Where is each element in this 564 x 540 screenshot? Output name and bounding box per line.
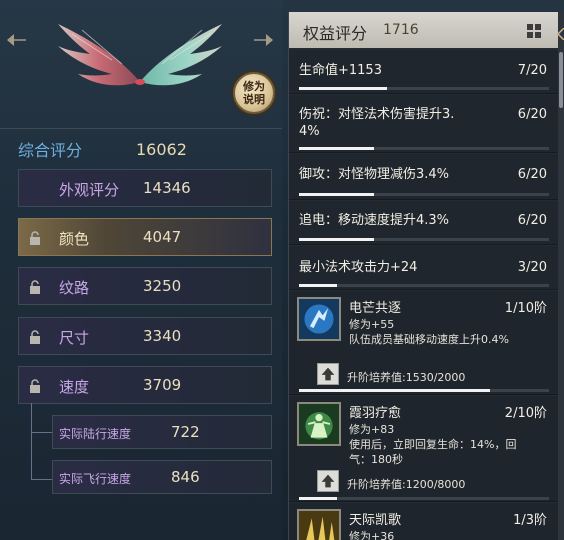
attribute-row[interactable]: 最小法术攻击力+24 3/20 — [289, 246, 558, 290]
lock-icon — [30, 231, 40, 245]
rights-scrollbar[interactable] — [558, 12, 564, 540]
grid-view-icon[interactable] — [527, 24, 541, 38]
attribute-fraction: 6/20 — [517, 107, 547, 122]
wings-image — [58, 24, 222, 86]
up-arrow-icon — [321, 367, 335, 381]
skill-description: 修为+36 — [349, 529, 549, 540]
skill-card[interactable]: 电芒共逐 1/10阶 修为+55 队伍成员基础移动速度上升0.4% 升阶培养值:… — [289, 291, 558, 395]
attribute-label: 御攻：对怪物理减伤3.4% — [299, 167, 450, 182]
skill-description: 修为+55 队伍成员基础移动速度上升0.4% — [349, 317, 549, 347]
upgrade-value: 升阶培养值:1530/2000 — [347, 371, 466, 384]
stat-label: 尺寸 — [59, 329, 90, 347]
stat-row-color[interactable]: 颜色 4047 — [18, 218, 272, 256]
stat-row-size[interactable]: 尺寸 3340 — [18, 317, 272, 355]
attribute-fraction: 3/20 — [517, 260, 547, 275]
attribute-progress-bar — [299, 284, 337, 287]
upgrade-arrow-button[interactable] — [317, 363, 339, 385]
stat-value: 3250 — [143, 277, 182, 295]
stat-label: 颜色 — [59, 230, 90, 248]
skill-card[interactable]: 霞羽疗愈 2/10阶 修为+83 使用后，立即回复生命：14%，回 气：180秒… — [289, 396, 558, 502]
skill-desc-line: 修为+36 — [349, 530, 395, 540]
skill-name: 霞羽疗愈 — [349, 406, 402, 421]
skill-stage: 1/10阶 — [504, 301, 547, 316]
skill-progress-bar — [299, 497, 337, 500]
skill-progress-bar — [299, 389, 490, 392]
tree-connector — [31, 479, 52, 480]
stat-row-speed[interactable]: 速度 3709 — [18, 366, 272, 404]
substat-label: 实际飞行速度 — [59, 472, 132, 486]
rights-title: 权益评分 — [303, 24, 368, 43]
appearance-score-label: 外观评分 — [59, 181, 120, 199]
skill-desc-line: 使用后，立即回复生命：14%，回 — [349, 438, 517, 451]
attribute-label: 追电：移动速度提升4.3% — [299, 213, 450, 228]
lock-icon — [30, 379, 40, 393]
attribute-row[interactable]: 御攻：对怪物理减伤3.4% 6/20 — [289, 154, 558, 200]
substat-label: 实际陆行速度 — [59, 427, 132, 441]
appearance-score-row[interactable]: 外观评分 14346 — [18, 169, 272, 207]
attribute-progress-bar — [299, 193, 374, 196]
rights-score: 1716 — [383, 22, 419, 38]
stat-value: 4047 — [143, 228, 182, 246]
lightning-runner-icon — [297, 297, 341, 341]
attribute-progress-bar — [299, 87, 387, 90]
seal-line2: 说明 — [243, 93, 265, 106]
lock-icon — [30, 330, 40, 344]
attribute-fraction: 6/20 — [517, 167, 547, 182]
attribute-label: 最小法术攻击力+24 — [299, 260, 418, 275]
substat-value: 846 — [171, 468, 200, 486]
mount-panel: 修为 说明 综合评分 16062 外观评分 14346 颜色 4047 纹路 3… — [0, 0, 564, 540]
attribute-row[interactable]: 追电：移动速度提升4.3% 6/20 — [289, 201, 558, 245]
stat-value: 3709 — [143, 376, 182, 394]
skill-name: 电芒共逐 — [349, 301, 402, 316]
substat-land-speed: 实际陆行速度 722 — [52, 415, 272, 449]
stat-label: 纹路 — [59, 279, 90, 297]
rights-header: 权益评分 1716 — [289, 12, 558, 48]
overall-score-label: 综合评分 — [18, 141, 83, 160]
skill-desc-line: 气：180秒 — [349, 453, 403, 466]
upgrade-arrow-button[interactable] — [317, 470, 339, 492]
tree-connector — [31, 432, 52, 433]
skill-desc-line: 队伍成员基础移动速度上升0.4% — [349, 333, 509, 346]
cultivation-info-seal-button[interactable]: 修为 说明 — [233, 72, 275, 114]
skill-desc-line: 修为+55 — [349, 318, 395, 331]
attribute-label: 生命值+1153 — [299, 63, 382, 78]
stat-row-texture[interactable]: 纹路 3250 — [18, 267, 272, 305]
attribute-fraction: 6/20 — [517, 213, 547, 228]
attribute-row[interactable]: 伤祝：对怪法术伤害提升3. 4% 6/20 — [289, 95, 558, 153]
up-arrow-icon — [321, 474, 335, 488]
attribute-progress-bar — [299, 147, 374, 150]
seal-line1: 修为 — [243, 80, 265, 93]
next-arrow-icon[interactable] — [252, 28, 276, 52]
skill-desc-line: 修为+83 — [349, 423, 395, 436]
substat-flight-speed: 实际飞行速度 846 — [52, 460, 272, 494]
overall-score: 综合评分 16062 — [18, 138, 268, 161]
skill-stage: 1/3阶 — [513, 513, 547, 528]
skill-description: 修为+83 使用后，立即回复生命：14%，回 气：180秒 — [349, 422, 549, 467]
appearance-score-value: 14346 — [143, 179, 191, 197]
substat-value: 722 — [171, 423, 200, 441]
skill-card[interactable]: 天际凯歌 1/3阶 修为+36 — [289, 503, 558, 540]
lock-icon — [30, 280, 40, 294]
attribute-label: 伤祝：对怪法术伤害提升3. 4% — [299, 107, 455, 139]
stat-label: 速度 — [59, 378, 90, 396]
golden-song-icon — [297, 509, 341, 540]
skill-stage: 2/10阶 — [504, 406, 547, 421]
attribute-row[interactable]: 生命值+1153 7/20 — [289, 50, 558, 94]
prev-arrow-icon[interactable] — [4, 28, 28, 52]
overall-score-value: 16062 — [136, 139, 187, 159]
upgrade-value: 升阶培养值:1200/8000 — [347, 478, 466, 491]
healing-figure-icon — [297, 402, 341, 446]
left-panel: 修为 说明 综合评分 16062 外观评分 14346 颜色 4047 纹路 3… — [0, 0, 282, 540]
scrollbar-thumb[interactable] — [559, 52, 563, 108]
side-tab-arrow-icon[interactable] — [556, 28, 564, 40]
tree-connector — [31, 403, 32, 480]
stat-value: 3340 — [143, 327, 182, 345]
attribute-fraction: 7/20 — [517, 63, 547, 78]
skill-name: 天际凯歌 — [349, 513, 402, 528]
attribute-progress-bar — [299, 238, 374, 241]
rights-panel: 权益评分 1716 生命值+1153 7/20 伤祝：对怪法术伤害提升3. 4%… — [288, 12, 558, 540]
